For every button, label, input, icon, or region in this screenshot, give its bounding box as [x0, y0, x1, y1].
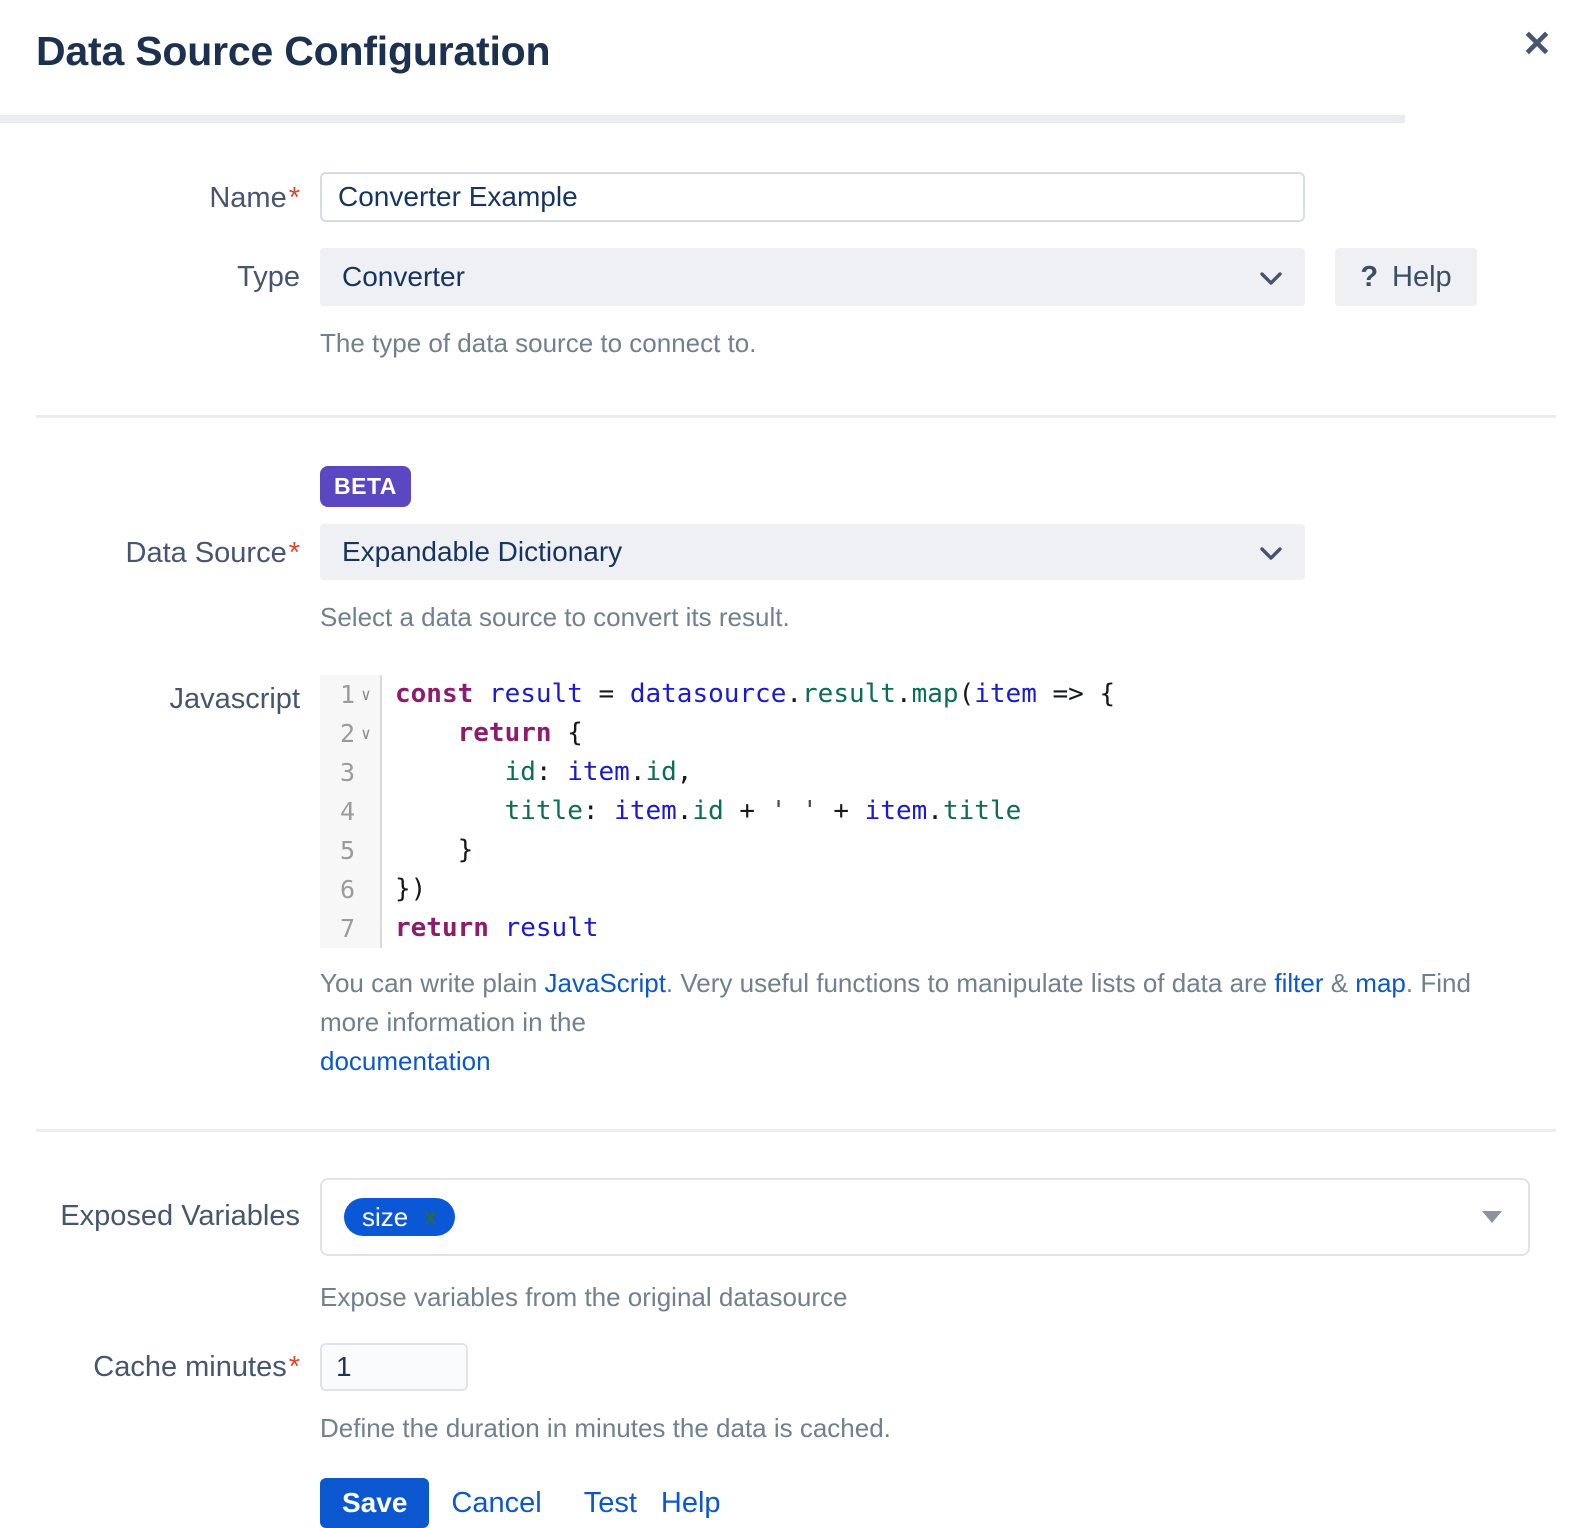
code-line: 7return result — [320, 909, 1305, 948]
actions-row: Save Cancel Test Help — [0, 1478, 1592, 1528]
question-mark-icon: ? — [1360, 261, 1378, 294]
data-source-helper-text: Select a data source to convert its resu… — [320, 598, 1592, 637]
inline-link[interactable]: map — [1355, 968, 1406, 998]
javascript-label: Javascript — [0, 675, 300, 716]
header-divider — [0, 115, 1405, 123]
exposed-variables-select[interactable]: sizex — [320, 1178, 1530, 1256]
name-row: Name* — [0, 172, 1592, 222]
type-select[interactable]: Converter — [320, 248, 1305, 306]
help-link[interactable]: Help — [661, 1487, 721, 1520]
code-line: 2∨ return { — [320, 714, 1305, 753]
beta-row: BETA — [0, 466, 1592, 507]
code-line: 1∨const result = datasource.result.map(i… — [320, 675, 1305, 714]
cache-minutes-helper-text: Define the duration in minutes the data … — [320, 1409, 1592, 1448]
line-number: 1∨ — [320, 675, 382, 714]
exposed-variables-label: Exposed Variables — [0, 1178, 300, 1233]
inline-link[interactable]: filter — [1274, 968, 1323, 998]
line-number: 3 — [320, 753, 382, 792]
fold-chevron-icon[interactable]: ∨ — [357, 724, 375, 743]
section-divider — [36, 415, 1556, 418]
line-number: 5 — [320, 831, 382, 870]
name-input[interactable] — [320, 172, 1305, 222]
close-icon[interactable]: ✕ — [1522, 26, 1552, 62]
form-body: Name* Type Converter ? Help The type of … — [0, 123, 1592, 1528]
cancel-button[interactable]: Cancel — [451, 1487, 541, 1520]
code-line: 6}) — [320, 870, 1305, 909]
required-asterisk: * — [289, 182, 300, 214]
code-line: 5 } — [320, 831, 1305, 870]
inline-link[interactable]: documentation — [320, 1046, 491, 1076]
type-helper-text: The type of data source to connect to. — [320, 324, 1592, 363]
cache-minutes-input[interactable] — [320, 1343, 468, 1391]
chevron-down-icon — [1259, 536, 1283, 568]
chevron-down-icon — [1259, 261, 1283, 293]
data-source-select-value: Expandable Dictionary — [342, 536, 622, 568]
cache-minutes-row: Cache minutes* Define the duration in mi… — [0, 1343, 1592, 1448]
dialog-title: Data Source Configuration — [36, 28, 550, 75]
variable-tag: sizex — [344, 1198, 455, 1236]
name-label: Name* — [0, 172, 300, 215]
type-label: Type — [0, 248, 300, 294]
dialog-header: Data Source Configuration ✕ — [0, 0, 1592, 115]
beta-badge: BETA — [320, 466, 411, 507]
line-number: 7 — [320, 909, 382, 948]
required-asterisk: * — [289, 537, 300, 569]
type-row: Type Converter ? Help The type of data s… — [0, 248, 1592, 363]
exposed-variables-row: Exposed Variables sizex Expose variables… — [0, 1178, 1592, 1317]
data-source-select[interactable]: Expandable Dictionary — [320, 524, 1305, 580]
type-help-button[interactable]: ? Help — [1335, 248, 1477, 306]
code-line: 4 title: item.id + ' ' + item.title — [320, 792, 1305, 831]
javascript-description: You can write plain JavaScript. Very use… — [320, 964, 1530, 1081]
inline-link[interactable]: JavaScript — [545, 968, 666, 998]
line-number: 2∨ — [320, 714, 382, 753]
tag-remove-icon[interactable]: x — [424, 1204, 436, 1230]
code-line: 3 id: item.id, — [320, 753, 1305, 792]
line-number: 6 — [320, 870, 382, 909]
save-button[interactable]: Save — [320, 1478, 429, 1528]
line-number: 4 — [320, 792, 382, 831]
test-button[interactable]: Test — [584, 1487, 637, 1520]
type-select-value: Converter — [342, 261, 465, 293]
cache-minutes-label: Cache minutes* — [0, 1343, 300, 1384]
data-source-label: Data Source* — [0, 524, 300, 570]
data-source-row: Data Source* Expandable Dictionary Selec… — [0, 524, 1592, 637]
required-asterisk: * — [289, 1351, 300, 1383]
fold-chevron-icon[interactable]: ∨ — [357, 685, 375, 704]
javascript-row: Javascript 1∨const result = datasource.r… — [0, 675, 1592, 1081]
exposed-variables-tags: sizex — [344, 1198, 455, 1236]
javascript-editor[interactable]: 1∨const result = datasource.result.map(i… — [320, 675, 1305, 948]
exposed-variables-helper-text: Expose variables from the original datas… — [320, 1278, 1592, 1317]
dropdown-caret-icon[interactable] — [1482, 1211, 1502, 1223]
section-divider — [36, 1129, 1556, 1132]
